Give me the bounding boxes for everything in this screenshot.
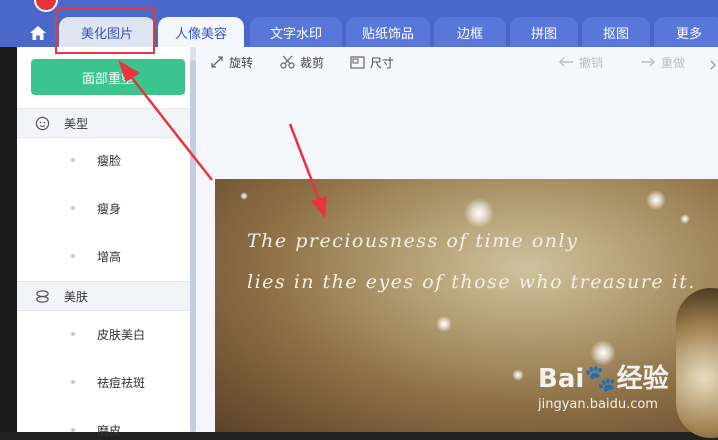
arrow-head: [118, 60, 140, 82]
annotation-arrows: [118, 60, 327, 218]
arrow-line: [288, 123, 322, 203]
arrow-head: [311, 196, 327, 218]
arrow-line: [131, 77, 213, 181]
